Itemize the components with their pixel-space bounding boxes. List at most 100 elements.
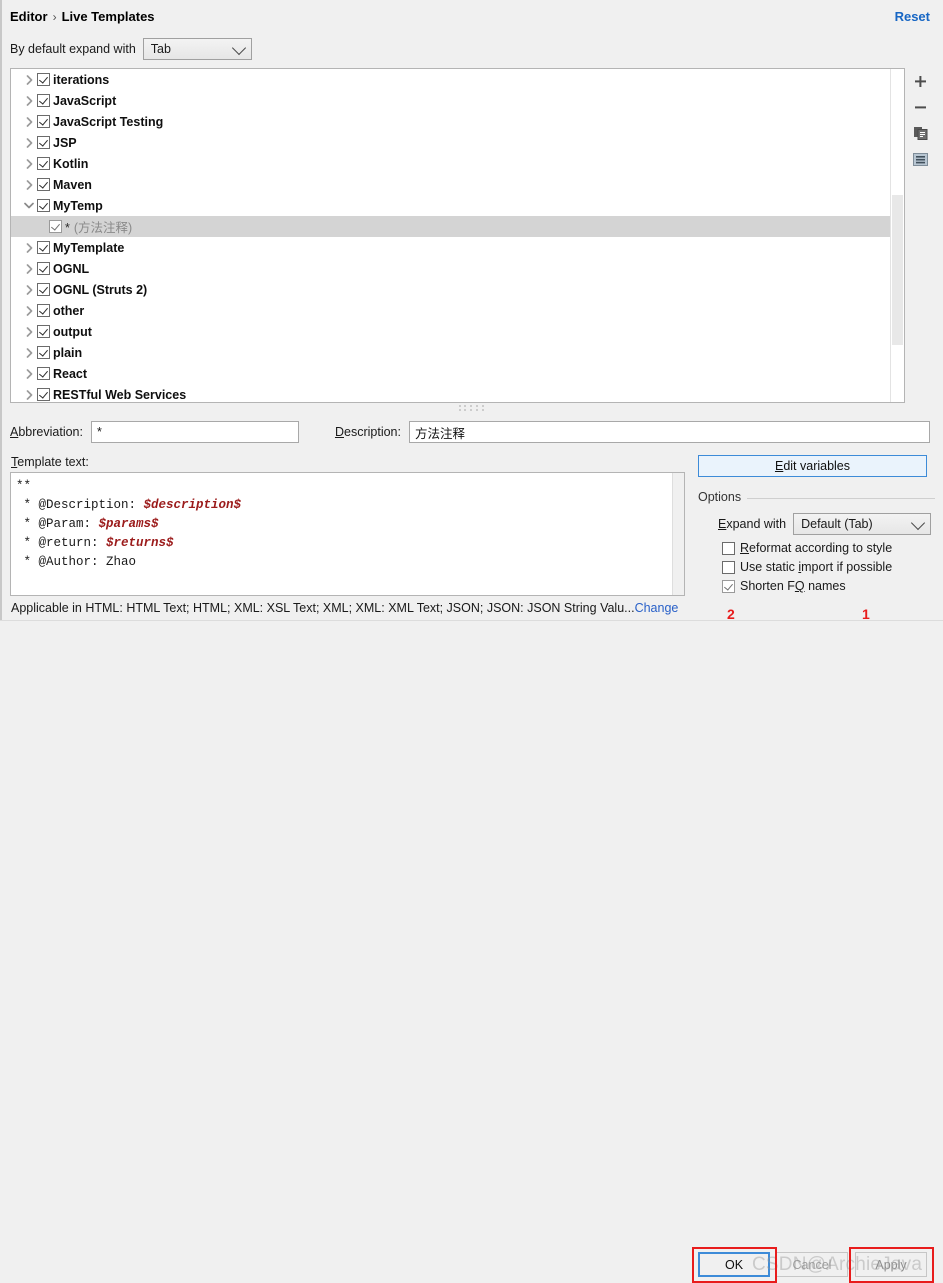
tree-item-checkbox[interactable] — [37, 367, 50, 380]
tree-item-label: * (方法注释) — [65, 217, 132, 236]
option-reformat-according-to-style[interactable]: Reformat according to style — [722, 541, 892, 555]
tree-item-abbreviation: * — [65, 221, 70, 235]
default-expand-combobox[interactable]: Tab — [142, 38, 252, 60]
option-label: Shorten FQ names — [740, 579, 846, 593]
tree-item-label: plain — [53, 345, 83, 360]
tree-item-label: MyTemplate — [53, 240, 125, 255]
chevron-right-icon[interactable] — [21, 368, 37, 379]
abbreviation-label: Abbreviation: — [10, 425, 83, 439]
tree-item-label: JSP — [53, 135, 77, 150]
template-text-line: * @return: $returns$ — [16, 534, 673, 553]
abbreviation-description-row: Abbreviation: * Description: 方法注释 — [10, 421, 935, 443]
tree-item-group[interactable]: JavaScript — [11, 90, 891, 111]
change-context-link[interactable]: Change — [635, 601, 679, 615]
tree-item-group[interactable]: iterations — [11, 69, 891, 90]
apply-button[interactable]: Apply — [855, 1252, 927, 1277]
chevron-right-icon[interactable] — [21, 137, 37, 148]
tree-item-group[interactable]: JavaScript Testing — [11, 111, 891, 132]
tree-item-group[interactable]: output — [11, 321, 891, 342]
options-expand-with-row: Expand with Default (Tab) — [718, 513, 932, 535]
panel-splitter[interactable] — [10, 403, 935, 412]
description-input[interactable]: 方法注释 — [408, 421, 930, 443]
template-variable: $params$ — [98, 517, 159, 531]
tree-item-checkbox[interactable] — [37, 283, 50, 296]
chevron-right-icon[interactable] — [21, 158, 37, 169]
options-group: Options Expand with Default (Tab) Reform… — [698, 490, 935, 594]
ok-button[interactable]: OK — [698, 1252, 770, 1277]
tree-item-checkbox[interactable] — [37, 304, 50, 317]
chevron-right-icon[interactable] — [21, 305, 37, 316]
chevron-right-icon[interactable] — [21, 179, 37, 190]
chevron-right-icon[interactable] — [21, 242, 37, 253]
breadcrumb-root[interactable]: Editor — [10, 9, 48, 24]
tree-item-checkbox[interactable] — [37, 262, 50, 275]
tree-item-checkbox[interactable] — [37, 136, 50, 149]
chevron-right-icon[interactable] — [21, 263, 37, 274]
tree-item-group[interactable]: RESTful Web Services — [11, 384, 891, 402]
duplicate-template-button[interactable] — [906, 120, 935, 146]
tree-item-checkbox[interactable] — [37, 325, 50, 338]
tree-item-label: OGNL (Struts 2) — [53, 282, 148, 297]
tree-item-checkbox[interactable] — [37, 115, 50, 128]
tree-item-template[interactable]: * (方法注释) — [11, 216, 891, 237]
tree-item-group[interactable]: other — [11, 300, 891, 321]
reset-link[interactable]: Reset — [895, 9, 930, 24]
tree-item-checkbox[interactable] — [37, 199, 50, 212]
edit-variables-button[interactable]: Edit variables — [698, 455, 927, 477]
template-text-editor[interactable]: ** * @Description: $description$ * @Para… — [10, 472, 685, 596]
chevron-right-icon[interactable] — [21, 74, 37, 85]
tree-item-group[interactable]: plain — [11, 342, 891, 363]
tree-item-group[interactable]: OGNL — [11, 258, 891, 279]
chevron-right-icon[interactable] — [21, 389, 37, 400]
template-text-label: Template text: — [11, 455, 89, 469]
description-value: 方法注释 — [414, 426, 465, 441]
checkbox[interactable] — [722, 560, 735, 574]
tree-item-checkbox[interactable] — [37, 94, 50, 107]
tree-item-label: Kotlin — [53, 156, 89, 171]
line-text: * @Author: Zhao — [16, 555, 137, 569]
tree-item-checkbox[interactable] — [37, 241, 50, 254]
description-label: Description: — [334, 425, 401, 439]
tree-item-group[interactable]: React — [11, 363, 891, 384]
checkbox[interactable] — [722, 541, 735, 555]
tree-item-checkbox[interactable] — [37, 73, 50, 86]
tree-item-group[interactable]: MyTemplate — [11, 237, 891, 258]
remove-template-button[interactable] — [906, 94, 935, 120]
tree-item-checkbox[interactable] — [49, 220, 62, 233]
template-group-button[interactable] — [906, 146, 935, 172]
line-text: * @Param: — [16, 517, 99, 531]
tree-item-group[interactable]: Maven — [11, 174, 891, 195]
add-template-button[interactable] — [906, 68, 935, 94]
chevron-right-icon[interactable] — [21, 347, 37, 358]
chevron-right-icon[interactable] — [21, 326, 37, 337]
breadcrumb: Editor › Live Templates — [10, 9, 155, 24]
template-variable: $returns$ — [106, 536, 174, 550]
chevron-right-icon[interactable] — [21, 95, 37, 106]
option-use-static-import[interactable]: Use static import if possible — [722, 560, 892, 574]
chevron-right-icon[interactable] — [21, 116, 37, 127]
chevron-down-icon[interactable] — [21, 202, 37, 209]
tree-item-group[interactable]: MyTemp — [11, 195, 891, 216]
tree-item-label: JavaScript Testing — [53, 114, 164, 129]
editor-vertical-scrollbar[interactable] — [672, 473, 684, 595]
tree-scrollbar-thumb[interactable] — [892, 195, 903, 345]
tree-item-checkbox[interactable] — [37, 346, 50, 359]
tree-item-group[interactable]: OGNL (Struts 2) — [11, 279, 891, 300]
option-shorten-fq-names[interactable]: Shorten FQ names — [722, 579, 846, 593]
template-text-content: ** * @Description: $description$ * @Para… — [11, 473, 673, 595]
template-group-tree[interactable]: iterations JavaScript JavaScript Testing JS… — [10, 68, 905, 403]
tree-item-group[interactable]: Kotlin — [11, 153, 891, 174]
tree-vertical-scrollbar[interactable] — [890, 69, 904, 402]
template-text-line: * @Description: $description$ — [16, 496, 673, 515]
options-expand-with-combobox[interactable]: Default (Tab) — [793, 513, 932, 535]
tree-item-checkbox[interactable] — [37, 388, 50, 401]
cancel-button[interactable]: Cancel — [776, 1252, 848, 1277]
chevron-right-icon[interactable] — [21, 284, 37, 295]
abbreviation-input[interactable]: * — [90, 421, 299, 443]
checkbox[interactable] — [722, 579, 735, 593]
tree-item-checkbox[interactable] — [37, 178, 50, 191]
tree-item-group[interactable]: JSP — [11, 132, 891, 153]
tree-item-checkbox[interactable] — [37, 157, 50, 170]
annotation-number-ok: 2 — [727, 606, 735, 622]
minus-icon — [915, 105, 926, 108]
